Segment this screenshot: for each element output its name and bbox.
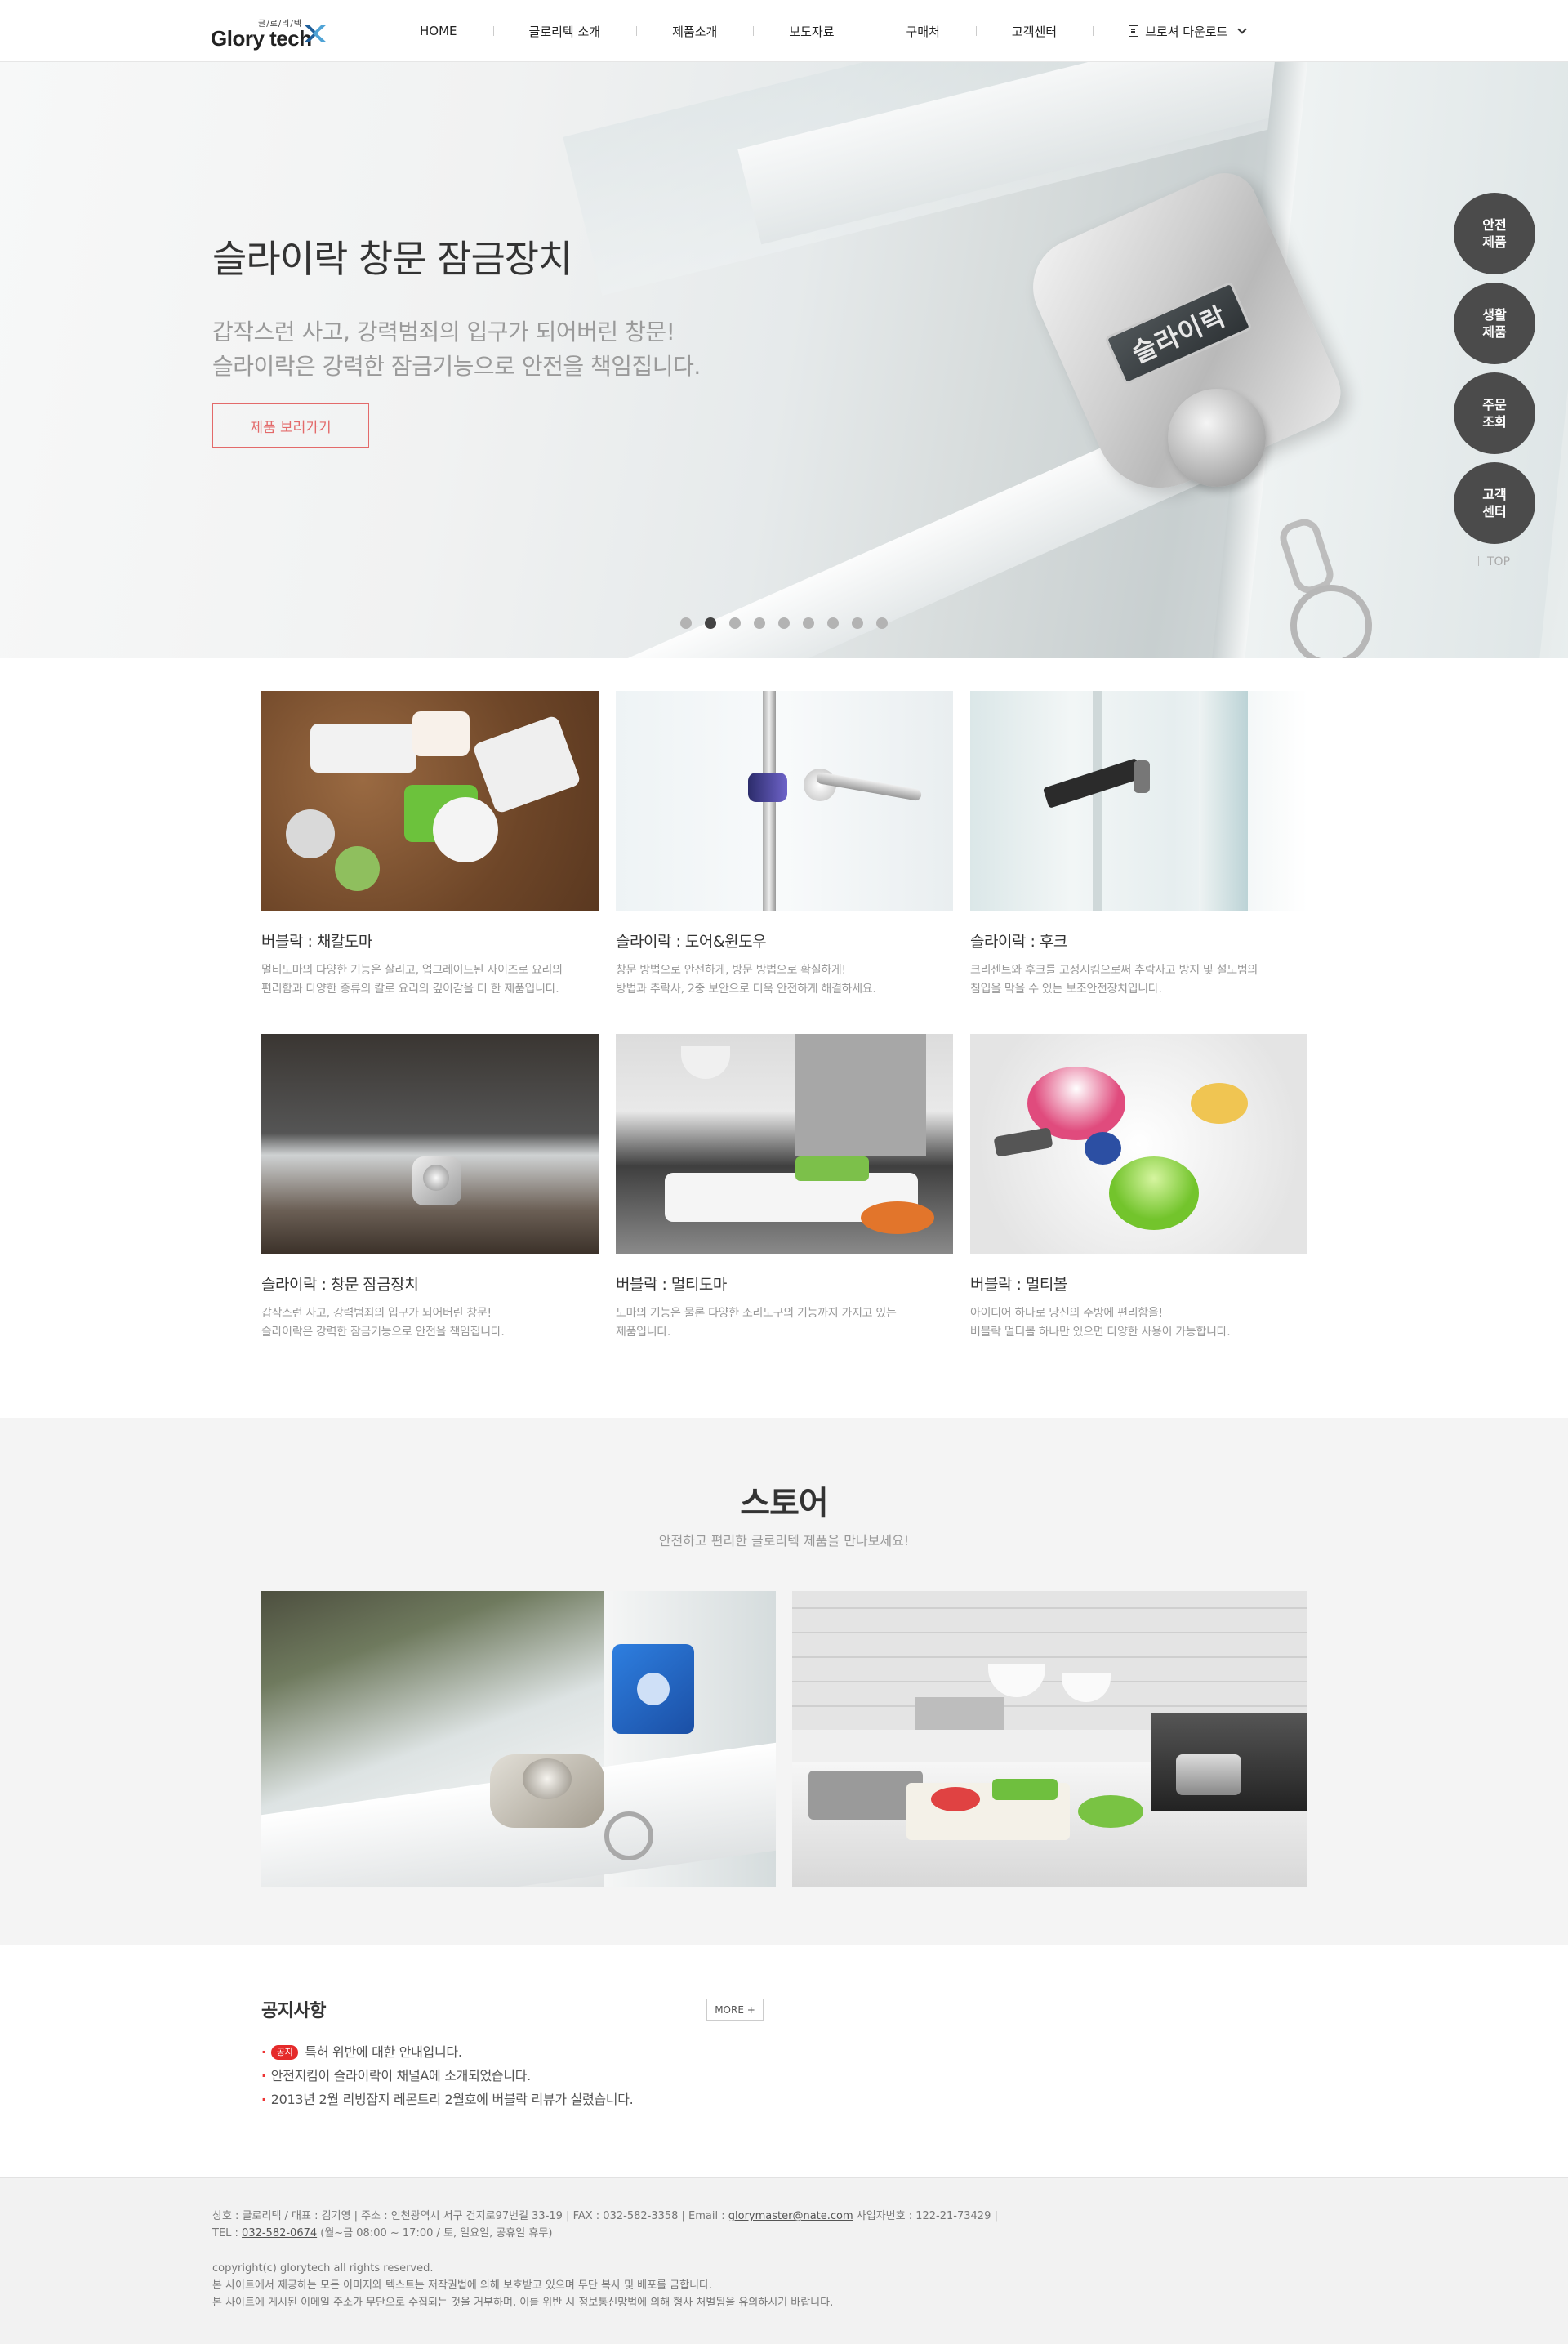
scroll-top-link[interactable]: TOP bbox=[1478, 555, 1510, 568]
nav-products[interactable]: 제품소개 bbox=[636, 23, 753, 40]
brochure-download-label: 브로셔 다운로드 bbox=[1145, 24, 1228, 39]
product-image-window-lock[interactable] bbox=[261, 1034, 599, 1254]
product-title[interactable]: 슬라이락 : 도어&윈도우 bbox=[616, 929, 953, 951]
slider-pagination bbox=[680, 617, 888, 629]
footer-hours: (월~금 08:00 ~ 17:00 / 토, 일요일, 공휴일 휴무) bbox=[317, 2227, 553, 2239]
document-icon bbox=[1129, 25, 1139, 37]
product-title[interactable]: 슬라이락 : 창문 잠금장치 bbox=[261, 1272, 599, 1295]
store-banner-kitchen[interactable] bbox=[792, 1591, 1307, 1887]
quick-safety-products[interactable]: 안전 제품 bbox=[1454, 193, 1535, 274]
notice-item-text[interactable]: 2013년 2월 리빙잡지 레몬트리 2월호에 버블락 리뷰가 실렸습니다. bbox=[271, 2088, 634, 2111]
notice-item[interactable]: 안전지킴이 슬라이락이 채널A에 소개되었습니다. bbox=[261, 2064, 633, 2088]
slider-dot[interactable] bbox=[754, 617, 765, 629]
chevron-down-icon bbox=[1237, 24, 1248, 34]
product-image-hook[interactable] bbox=[970, 691, 1307, 911]
logo[interactable]: 글/로/리/텍 Glory tech bbox=[211, 16, 333, 51]
hero-subtitle-line2: 슬라이락은 강력한 잠금기능으로 안전을 책임집니다. bbox=[212, 353, 701, 380]
hero-lock-ring bbox=[1290, 585, 1372, 658]
footer-info-text: 상호 : 글로리텍 / 대표 : 김기영 | 주소 : 인천광역시 서구 건지로… bbox=[212, 2210, 728, 2222]
notice-more-button[interactable]: MORE + bbox=[706, 1999, 764, 2021]
notice-item[interactable]: 2013년 2월 리빙잡지 레몬트리 2월호에 버블락 리뷰가 실렸습니다. bbox=[261, 2088, 634, 2111]
product-title[interactable]: 슬라이락 : 후크 bbox=[970, 929, 1307, 951]
notice-item-text[interactable]: 특허 위반에 대한 안내입니다. bbox=[305, 2040, 461, 2064]
product-image-door-window[interactable] bbox=[616, 691, 953, 911]
nav-stores[interactable]: 구매처 bbox=[870, 23, 976, 40]
hero-lock-knob bbox=[1168, 389, 1266, 487]
product-title[interactable]: 버블락 : 멀티도마 bbox=[616, 1272, 953, 1295]
product-description: 도마의 기능은 물론 다양한 조리도구의 기능까지 가지고 있는 제품입니다. bbox=[616, 1307, 897, 1339]
site-header: 글/로/리/텍 Glory tech HOME 글로리텍 소개 제품소개 보도자… bbox=[0, 0, 1568, 62]
hero-title: 슬라이락 창문 잠금장치 bbox=[212, 237, 572, 281]
nav-home[interactable]: HOME bbox=[384, 24, 493, 38]
store-title: 스토어 bbox=[740, 1485, 828, 1522]
slider-dot[interactable] bbox=[680, 617, 692, 629]
notice-list: 공지 특허 위반에 대한 안내입니다. 안전지킴이 슬라이락이 채널A에 소개되… bbox=[261, 2040, 634, 2111]
footer-copyright-block: copyright(c) glorytech all rights reserv… bbox=[212, 2260, 833, 2311]
footer-copyright-notice: 본 사이트에서 제공하는 모든 이미지와 텍스트는 저작권법에 의해 보호받고 … bbox=[212, 2279, 713, 2292]
view-product-button[interactable]: 제품 보러가기 bbox=[212, 403, 369, 448]
product-description: 크리센트와 후크를 고정시킴으로써 추락사고 방지 및 설도범의 침입을 막을 … bbox=[970, 964, 1258, 996]
store-banner-safety[interactable] bbox=[261, 1591, 776, 1887]
slider-dot[interactable] bbox=[827, 617, 839, 629]
product-description: 창문 방법으로 안전하게, 방문 방법으로 확실하게! 방법과 추락사, 2중 … bbox=[616, 964, 876, 996]
quick-order-lookup[interactable]: 주문 조회 bbox=[1454, 372, 1535, 454]
hero-subtitle: 갑작스런 사고, 강력범죄의 입구가 되어버린 창문! 슬라이락은 강력한 잠금… bbox=[212, 315, 701, 384]
product-image-multi-bowl[interactable] bbox=[970, 1034, 1307, 1254]
hero-banner: 슬라이락 슬라이락 창문 잠금장치 갑작스런 사고, 강력범죄의 입구가 되어버… bbox=[0, 62, 1568, 658]
quick-living-products[interactable]: 생활 제품 bbox=[1454, 283, 1535, 364]
footer-email-link[interactable]: glorymaster@nate.com bbox=[728, 2210, 853, 2222]
slider-dot[interactable] bbox=[803, 617, 814, 629]
main-nav: HOME 글로리텍 소개 제품소개 보도자료 구매처 고객센터 브로셔 다운로드 bbox=[384, 0, 1281, 62]
slider-dot[interactable] bbox=[876, 617, 888, 629]
nav-about[interactable]: 글로리텍 소개 bbox=[492, 23, 637, 40]
product-card[interactable]: 슬라이락 : 도어&윈도우 창문 방법으로 안전하게, 방문 방법으로 확실하게… bbox=[616, 691, 953, 999]
product-title[interactable]: 버블락 : 채칼도마 bbox=[261, 929, 599, 951]
logo-text: Glory tech bbox=[211, 26, 312, 51]
footer-copyright: copyright(c) glorytech all rights reserv… bbox=[212, 2262, 434, 2275]
hero-subtitle-line1: 갑작스런 사고, 강력범죄의 입구가 되어버린 창문! bbox=[212, 319, 675, 345]
nav-support[interactable]: 고객센터 bbox=[975, 23, 1093, 40]
notice-item[interactable]: 공지 특허 위반에 대한 안내입니다. bbox=[261, 2040, 633, 2064]
logo-mark-icon bbox=[304, 25, 327, 42]
quick-customer-center[interactable]: 고객 센터 bbox=[1454, 462, 1535, 544]
notice-title: 공지사항 bbox=[261, 2001, 326, 2021]
product-description: 멀티도마의 다양한 기능은 살리고, 업그레이드된 사이즈로 요리의 편리함과 … bbox=[261, 964, 563, 996]
product-description: 아이디어 하나로 당신의 주방에 편리함을! 버블락 멀티볼 하나만 있으면 다… bbox=[970, 1307, 1231, 1339]
slider-dot[interactable] bbox=[778, 617, 790, 629]
slider-dot[interactable] bbox=[729, 617, 741, 629]
site-footer: 상호 : 글로리텍 / 대표 : 김기영 | 주소 : 인천광역시 서구 건지로… bbox=[0, 2177, 1568, 2344]
brochure-download[interactable]: 브로셔 다운로드 bbox=[1093, 23, 1281, 40]
product-card[interactable]: 버블락 : 채칼도마 멀티도마의 다양한 기능은 살리고, 업그레이드된 사이즈… bbox=[261, 691, 599, 999]
product-image-cutting-board[interactable] bbox=[261, 691, 599, 911]
product-image-multi-board[interactable] bbox=[616, 1034, 953, 1254]
footer-business-number: 사업자번호 : 122-21-73429 | bbox=[853, 2210, 998, 2222]
notice-item-text[interactable]: 안전지킴이 슬라이락이 채널A에 소개되었습니다. bbox=[271, 2064, 532, 2088]
notice-badge: 공지 bbox=[270, 2044, 299, 2060]
product-card[interactable]: 버블락 : 멀티도마 도마의 기능은 물론 다양한 조리도구의 기능까지 가지고… bbox=[616, 1034, 953, 1342]
product-card[interactable]: 슬라이락 : 후크 크리센트와 후크를 고정시킴으로써 추락사고 방지 및 설도… bbox=[970, 691, 1307, 999]
slider-dot[interactable] bbox=[705, 617, 716, 629]
footer-tel-label: TEL : bbox=[212, 2227, 243, 2239]
quick-menu: 안전 제품 생활 제품 주문 조회 고객 센터 bbox=[1454, 193, 1535, 552]
slider-dot[interactable] bbox=[852, 617, 863, 629]
product-card[interactable]: 슬라이락 : 창문 잠금장치 갑작스런 사고, 강력범죄의 입구가 되어버린 창… bbox=[261, 1034, 599, 1342]
footer-email-notice: 본 사이트에 게시된 이메일 주소가 무단으로 수집되는 것을 거부하며, 이를… bbox=[212, 2297, 834, 2309]
store-subtitle: 안전하고 편리한 글로리텍 제품을 만나보세요! bbox=[658, 1533, 910, 1549]
product-title[interactable]: 버블락 : 멀티볼 bbox=[970, 1272, 1307, 1295]
footer-company-info: 상호 : 글로리텍 / 대표 : 김기영 | 주소 : 인천광역시 서구 건지로… bbox=[212, 2208, 998, 2242]
product-card[interactable]: 버블락 : 멀티볼 아이디어 하나로 당신의 주방에 편리함을! 버블락 멀티볼… bbox=[970, 1034, 1307, 1342]
footer-tel-link[interactable]: 032-582-0674 bbox=[242, 2227, 317, 2239]
nav-press[interactable]: 보도자료 bbox=[753, 23, 870, 40]
product-description: 갑작스런 사고, 강력범죄의 입구가 되어버린 창문! 슬라이락은 강력한 잠금… bbox=[261, 1307, 505, 1339]
